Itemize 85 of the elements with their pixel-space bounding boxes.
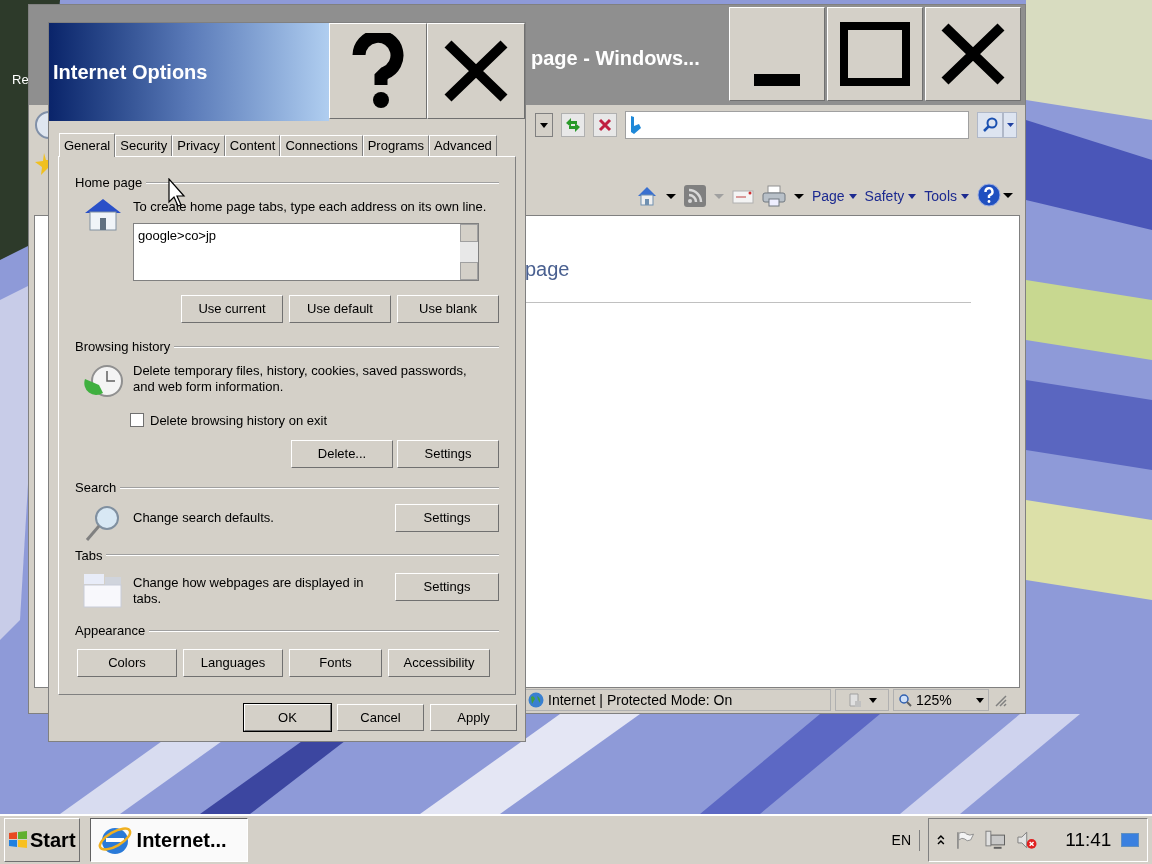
status-text: Internet | Protected Mode: On bbox=[548, 690, 733, 710]
caret-icon[interactable] bbox=[1003, 112, 1017, 138]
muted-speaker-icon[interactable] bbox=[1015, 830, 1038, 850]
caret-icon bbox=[848, 193, 857, 199]
zoom-icon bbox=[898, 693, 912, 707]
tab[interactable]: Advanced bbox=[429, 135, 497, 156]
history-button[interactable]: Delete... bbox=[291, 440, 393, 468]
caret-icon[interactable] bbox=[869, 697, 877, 703]
section-heading: Appearance bbox=[75, 622, 146, 640]
tab[interactable]: Security bbox=[115, 135, 173, 156]
checkbox-label: Delete browsing history on exit bbox=[150, 411, 328, 430]
clock-icon bbox=[83, 362, 123, 399]
tab[interactable]: Programs bbox=[362, 135, 430, 156]
desktop-icon-label: Re bbox=[12, 71, 29, 89]
star-icon[interactable] bbox=[35, 153, 49, 175]
dialog-button[interactable]: Cancel bbox=[337, 704, 424, 731]
tab[interactable]: Content bbox=[224, 135, 281, 156]
tab[interactable]: Privacy bbox=[172, 135, 225, 156]
search-field[interactable] bbox=[625, 111, 969, 139]
settings-button[interactable]: Settings bbox=[395, 503, 499, 532]
printer-icon[interactable] bbox=[761, 185, 786, 207]
appearance-button[interactable]: Accessibility bbox=[388, 648, 490, 677]
resize-grip-icon[interactable] bbox=[993, 693, 1007, 707]
description: Delete temporary files, history, cookies, saved passwords, and web form information. bbox=[133, 362, 468, 396]
dialog-button[interactable]: Apply bbox=[430, 704, 517, 731]
caret-icon bbox=[961, 193, 969, 199]
history-button[interactable]: Settings bbox=[397, 440, 499, 468]
zoom-level: 125% bbox=[916, 690, 952, 710]
minimize-button[interactable] bbox=[729, 7, 825, 101]
house-icon bbox=[83, 196, 123, 231]
command-menu[interactable]: Tools bbox=[924, 185, 969, 207]
window-title: page - Windows... bbox=[531, 46, 700, 71]
section-heading: Tabs bbox=[75, 546, 103, 565]
tab[interactable]: Connections bbox=[280, 135, 363, 156]
description: To create home page tabs, type each address on its own line. bbox=[133, 197, 488, 216]
start-button[interactable]: Start bbox=[4, 818, 80, 862]
help-icon[interactable] bbox=[977, 183, 1001, 207]
checkbox[interactable] bbox=[130, 413, 144, 428]
description: Change how webpages are displayed in tabs. bbox=[133, 574, 365, 607]
home-page-field[interactable]: google>co>jp bbox=[133, 223, 479, 281]
taskbar-button[interactable]: Internet... bbox=[89, 818, 248, 862]
settings-button[interactable]: Settings bbox=[395, 573, 499, 601]
windows-flag-icon bbox=[8, 830, 28, 850]
search-provider-icon bbox=[630, 116, 642, 134]
close-icon bbox=[444, 40, 508, 102]
flag-icon[interactable] bbox=[954, 830, 975, 850]
tabs-icon bbox=[83, 573, 123, 609]
close-button[interactable] bbox=[925, 7, 1021, 101]
appearance-button[interactable]: Fonts bbox=[289, 648, 382, 677]
section-heading: Home page bbox=[75, 174, 143, 192]
zoom-control[interactable]: 125% bbox=[893, 689, 989, 711]
caret-icon bbox=[908, 193, 917, 199]
maximize-button[interactable] bbox=[827, 7, 923, 101]
chevron-icon[interactable] bbox=[937, 834, 945, 846]
globe-icon bbox=[528, 692, 544, 708]
search-icon bbox=[982, 117, 998, 133]
scrollbar[interactable] bbox=[460, 224, 478, 280]
caret-icon bbox=[976, 697, 984, 703]
network-icon[interactable] bbox=[984, 830, 1006, 850]
home-page-button[interactable]: Use default bbox=[289, 295, 391, 323]
clock[interactable]: 11:41 bbox=[1065, 825, 1112, 855]
close-icon bbox=[941, 23, 1005, 85]
description: Change search defaults. bbox=[133, 508, 275, 527]
stop-icon[interactable] bbox=[593, 113, 617, 137]
feed-icon[interactable] bbox=[683, 185, 706, 207]
language-indicator[interactable]: EN bbox=[891, 829, 920, 851]
close-button[interactable] bbox=[427, 23, 525, 119]
help-icon bbox=[351, 33, 405, 109]
command-menu[interactable]: Safety bbox=[864, 185, 917, 207]
help-button[interactable] bbox=[329, 23, 427, 119]
tab[interactable]: General bbox=[59, 133, 116, 157]
home-page-button[interactable]: Use blank bbox=[397, 295, 499, 323]
search-button[interactable] bbox=[977, 112, 1003, 138]
section-heading: Search bbox=[75, 479, 117, 497]
command-menu[interactable]: Page bbox=[811, 185, 857, 207]
home-page-button[interactable]: Use current bbox=[181, 295, 283, 323]
minimize-icon bbox=[754, 74, 800, 86]
page-heading: page bbox=[525, 257, 570, 282]
appearance-button[interactable]: Languages bbox=[183, 648, 283, 677]
maximize-icon bbox=[840, 22, 910, 86]
refresh-icon[interactable] bbox=[561, 113, 585, 137]
section-heading: Browsing history bbox=[75, 338, 171, 356]
dialog-button[interactable]: OK bbox=[244, 704, 331, 731]
appearance-button[interactable]: Colors bbox=[77, 648, 177, 677]
dialog-title: Internet Options bbox=[53, 60, 208, 85]
